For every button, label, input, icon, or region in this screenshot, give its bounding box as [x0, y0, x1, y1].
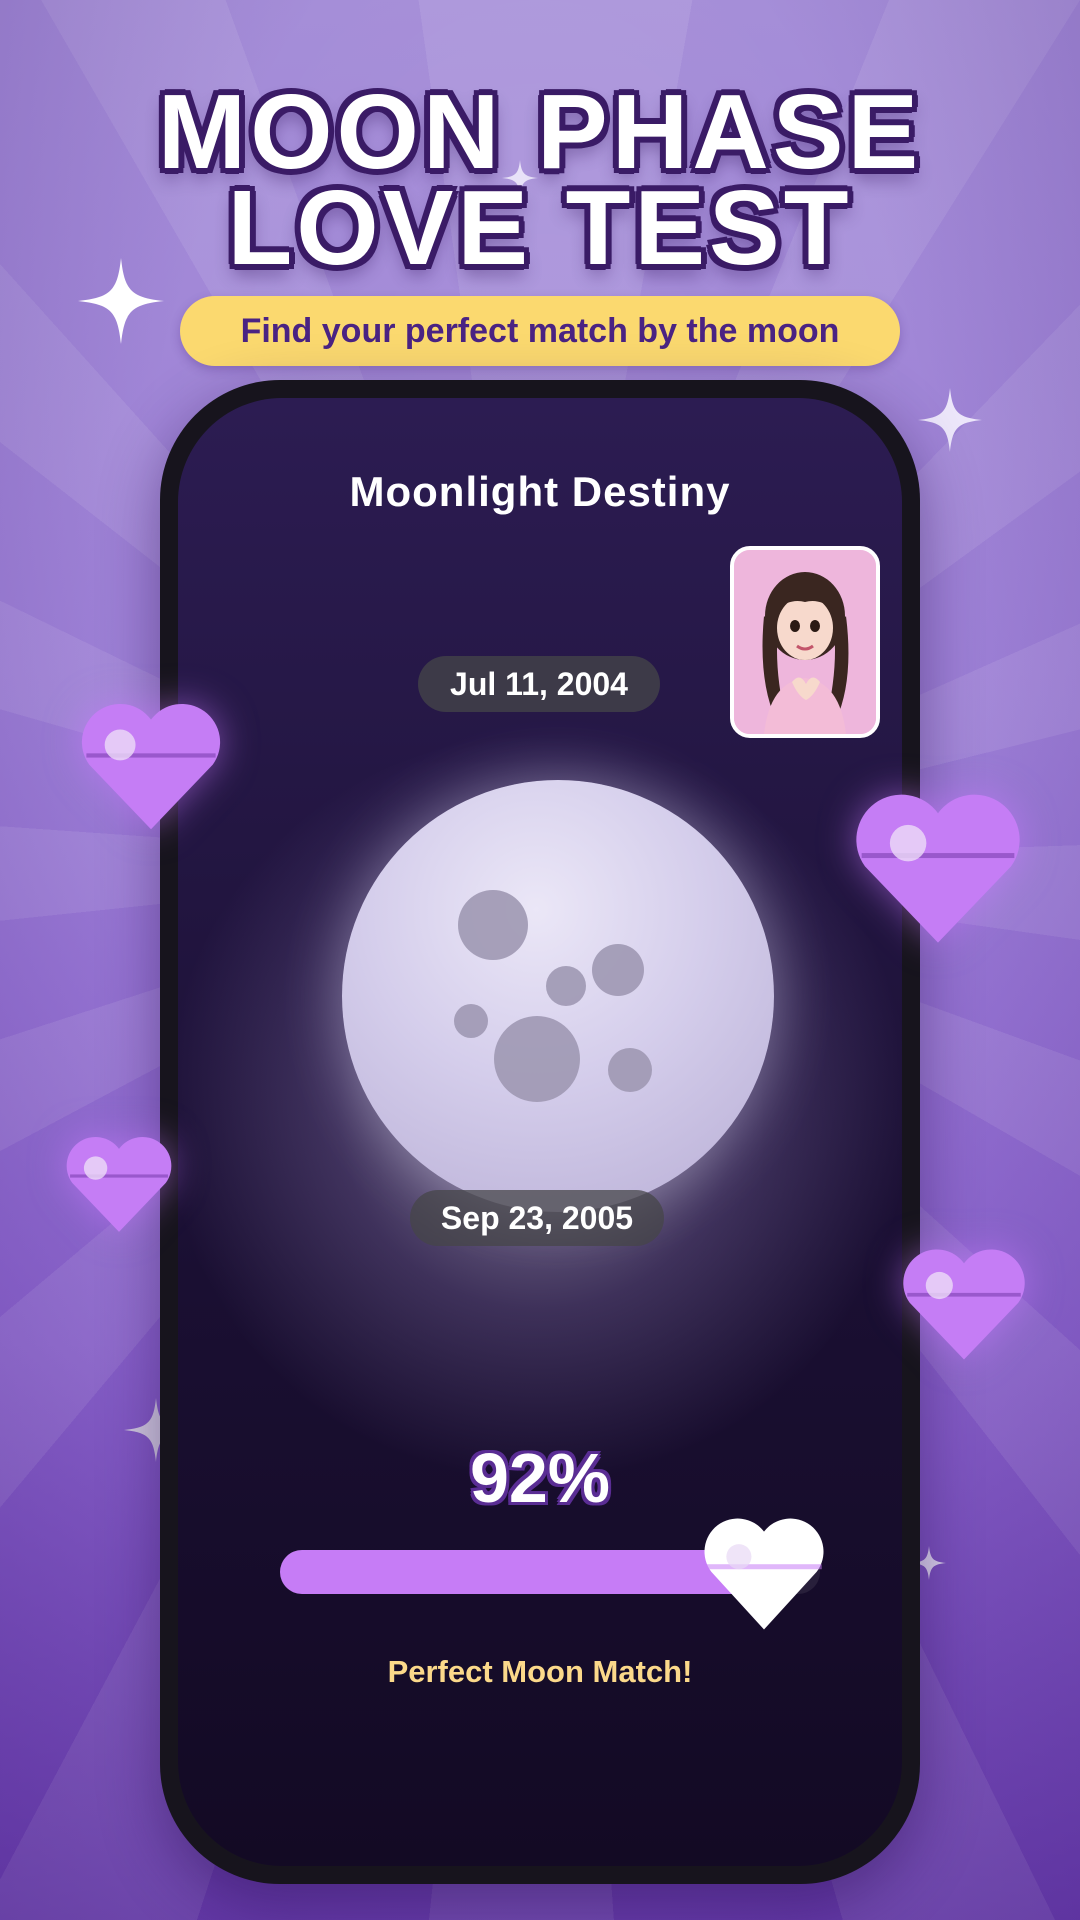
title-line-1: MOON PHASE [157, 73, 923, 191]
page-title: MOON PHASE LOVE TEST [0, 73, 1080, 287]
match-label: Perfect Moon Match! [387, 1654, 693, 1689]
title-line-2: LOVE TEST [227, 169, 853, 287]
app-title: Moonlight Destiny [349, 468, 731, 515]
avatar-photo [734, 550, 876, 734]
match-progress-bar [280, 1518, 824, 1630]
phone-screen: Moonlight Destiny Jul 11, 2004 Sep 23, 2… [178, 398, 902, 1866]
heart-icon [903, 1249, 1025, 1360]
date-top-text: Jul 11, 2004 [450, 665, 628, 702]
moon-crater [454, 1004, 488, 1038]
heart-icon [81, 703, 221, 830]
heart-icon [66, 1136, 172, 1232]
avatar[interactable] [730, 546, 880, 738]
moon-crater [458, 890, 528, 960]
moon-icon [342, 780, 774, 1212]
date-top-pill: Jul 11, 2004 [418, 656, 660, 712]
date-bottom-text: Sep 23, 2005 [440, 1199, 634, 1236]
moon-crater [494, 1016, 580, 1102]
subtitle-banner: Find your perfect match by the moon [180, 296, 900, 366]
heart-icon [704, 1518, 824, 1630]
sparkle-icon [918, 388, 982, 452]
subtitle-text: Find your perfect match by the moon [240, 311, 840, 350]
date-bottom-pill: Sep 23, 2005 [410, 1190, 664, 1246]
match-percent: 92% [469, 1439, 611, 1517]
moon-crater [546, 966, 586, 1006]
moon-crater [608, 1048, 652, 1092]
heart-icon [856, 794, 1020, 943]
phone-frame: Moonlight Destiny Jul 11, 2004 Sep 23, 2… [160, 380, 920, 1884]
moon-crater [592, 944, 644, 996]
